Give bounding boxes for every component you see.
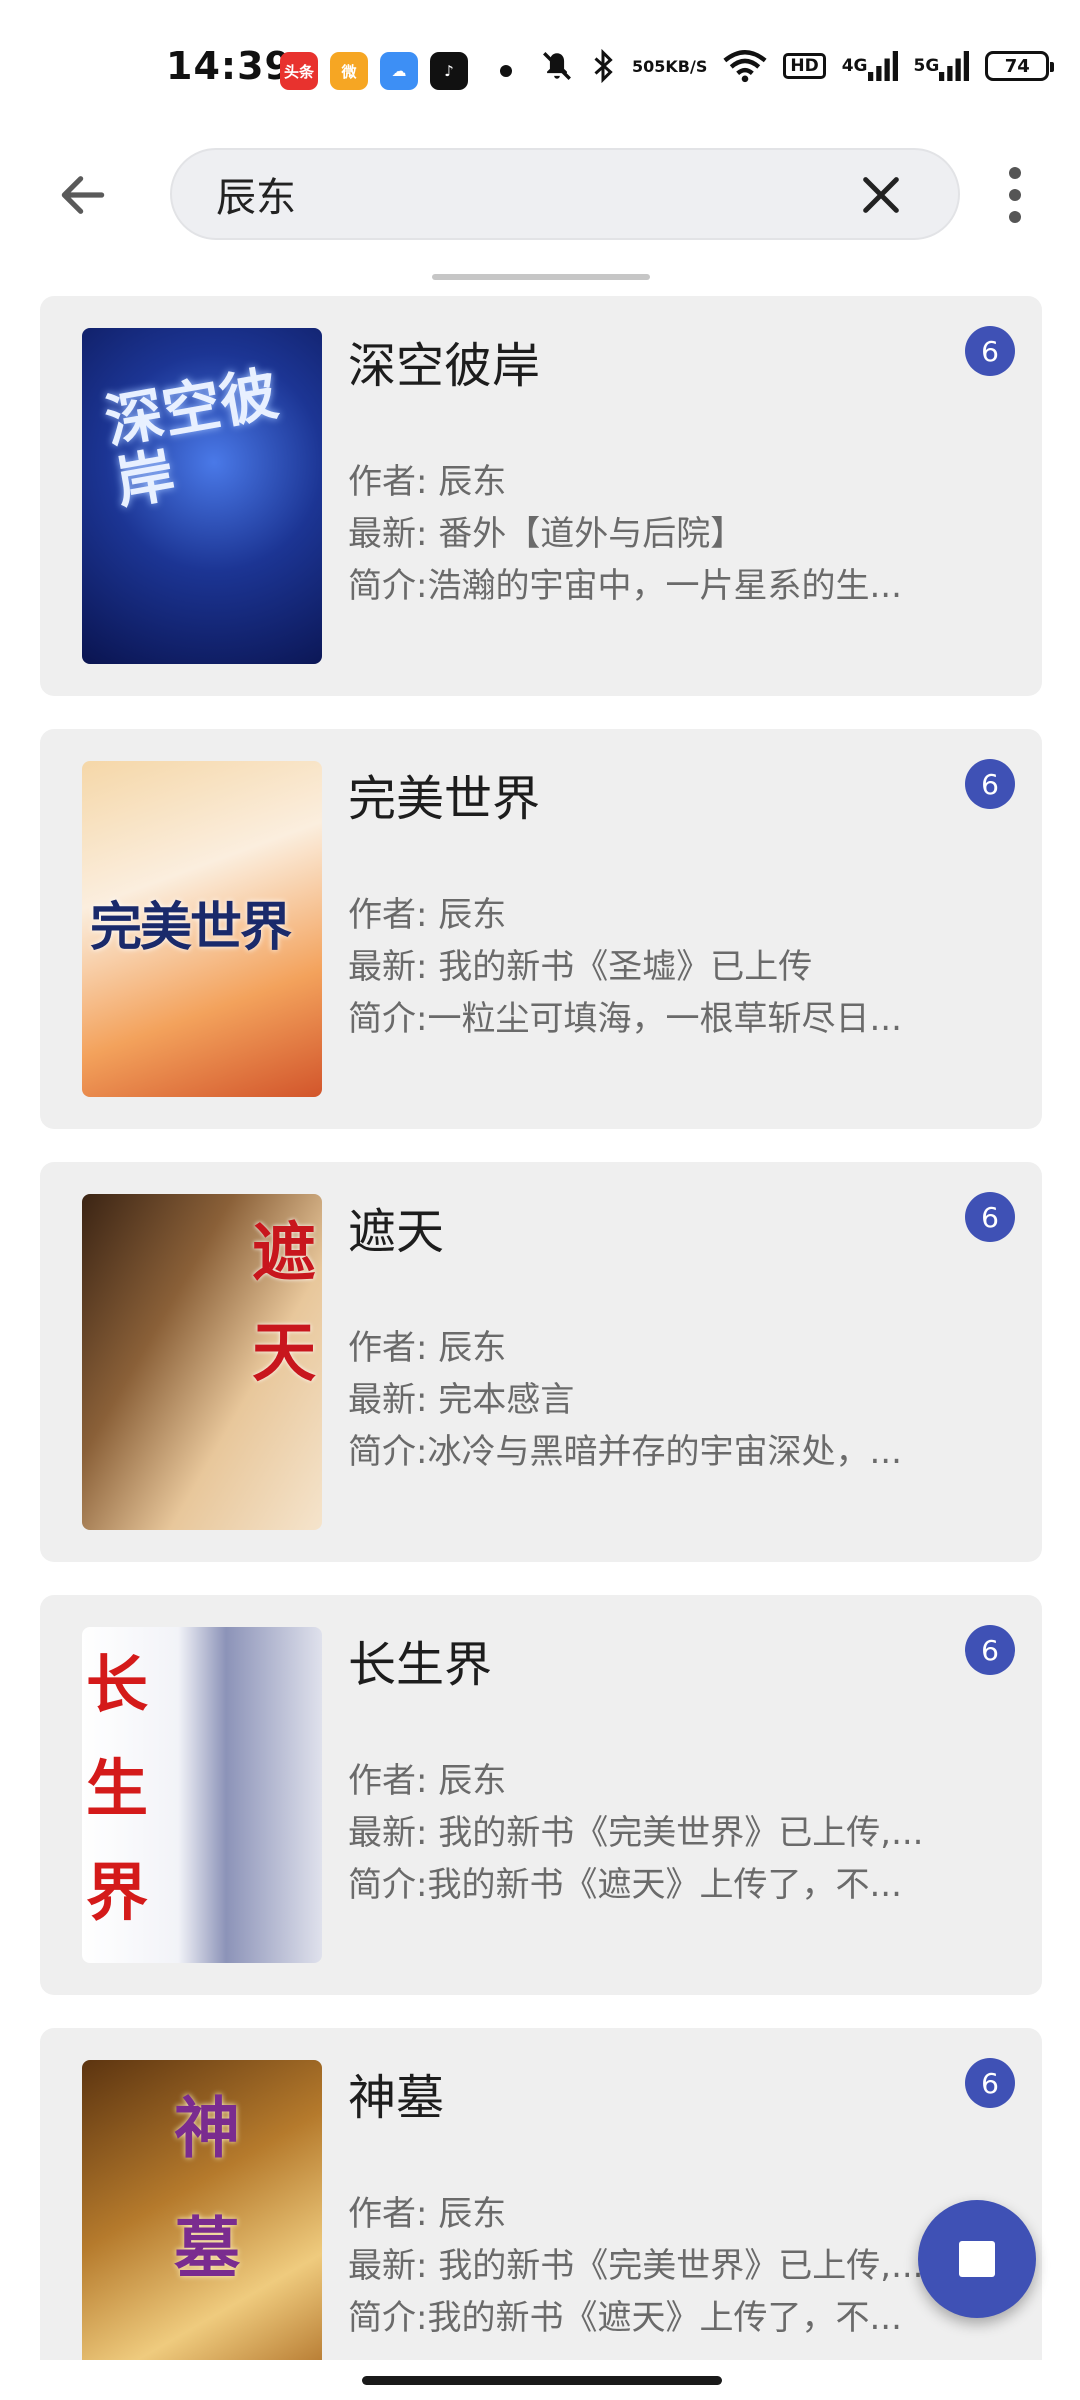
book-latest-chapter: 最新: 我的新书《完美世界》已上传,... — [348, 2246, 924, 2286]
book-intro: 简介:浩瀚的宇宙中，一片星系的生... — [348, 566, 902, 606]
status-time: 14:39 — [166, 44, 292, 88]
signal-5g-icon: 5G — [914, 50, 970, 82]
network-speed-unit: KB/S — [665, 56, 708, 76]
stop-icon — [959, 2241, 995, 2277]
tiktok-icon: ♪ — [430, 52, 468, 90]
cover-title-text: 深空彼岸 — [100, 359, 284, 518]
book-latest-chapter: 最新: 完本感言 — [348, 1380, 575, 1420]
hd-voice-badge: HD — [783, 53, 826, 79]
book-author: 作者: 辰东 — [348, 1761, 507, 1801]
search-box — [170, 148, 960, 240]
cover-title-text: 遮天 — [252, 1216, 316, 1391]
book-author: 作者: 辰东 — [348, 2194, 507, 2234]
book-cover: 深空彼岸 — [82, 328, 322, 664]
signal-4g-icon: 4G — [842, 50, 898, 82]
more-notifications-dot-icon — [500, 65, 512, 77]
book-card[interactable]: 深空彼岸 深空彼岸 作者: 辰东 最新: 番外【道外与后院】 简介:浩瀚的宇宙中… — [40, 296, 1042, 696]
signal-5g-label: 5G — [913, 56, 940, 76]
toutiao-icon: 头条 — [280, 52, 318, 90]
book-intro: 简介:一粒尘可填海，一根草斩尽日... — [348, 999, 902, 1039]
signal-4g-label: 4G — [841, 56, 868, 76]
search-results-list: 深空彼岸 深空彼岸 作者: 辰东 最新: 番外【道外与后院】 简介:浩瀚的宇宙中… — [40, 296, 1042, 2400]
battery-indicator: 74 — [985, 51, 1055, 81]
book-title: 神墓 — [348, 2070, 445, 2126]
back-button[interactable] — [48, 160, 118, 230]
book-card[interactable]: 神墓 神墓 作者: 辰东 最新: 我的新书《完美世界》已上传,... 简介:我的… — [40, 2028, 1042, 2400]
book-cover: 神墓 — [82, 2060, 322, 2396]
more-options-button[interactable] — [990, 160, 1040, 230]
book-latest-chapter: 最新: 我的新书《完美世界》已上传,... — [348, 1813, 924, 1853]
book-title: 深空彼岸 — [348, 338, 541, 394]
book-latest-chapter: 最新: 我的新书《圣墟》已上传 — [348, 947, 813, 987]
arrow-back-icon — [61, 176, 105, 214]
source-count-badge: 6 — [965, 2058, 1015, 2108]
book-title: 遮天 — [348, 1204, 445, 1260]
weibo-icon: 微 — [330, 52, 368, 90]
cover-title-text: 完美世界 — [90, 897, 292, 958]
book-title: 长生界 — [348, 1637, 493, 1693]
cover-title-text: 神墓 — [174, 2089, 240, 2287]
network-speed-value: 505 — [632, 56, 666, 76]
cover-title-text: 长生界 — [86, 1648, 149, 1929]
book-intro: 简介:我的新书《遮天》上传了，不... — [348, 2298, 902, 2338]
search-input[interactable] — [216, 150, 816, 238]
wifi-icon — [723, 49, 767, 83]
search-toolbar — [0, 140, 1080, 250]
more-dot-icon — [1009, 211, 1021, 223]
notification-app-icons: 头条 微 ☁ ♪ — [280, 52, 512, 90]
gesture-navigation-bar[interactable] — [362, 2376, 722, 2385]
book-latest-chapter: 最新: 番外【道外与后院】 — [348, 514, 745, 554]
book-title: 完美世界 — [348, 771, 541, 827]
book-card[interactable]: 长生界 长生界 作者: 辰东 最新: 我的新书《完美世界》已上传,... 简介:… — [40, 1595, 1042, 1995]
mute-bell-icon — [540, 49, 574, 83]
network-speed: 505 KB/S — [632, 58, 707, 75]
source-count-badge: 6 — [965, 759, 1015, 809]
close-icon — [863, 177, 899, 213]
source-count-badge: 6 — [965, 1625, 1015, 1675]
book-card[interactable]: 完美世界 完美世界 作者: 辰东 最新: 我的新书《圣墟》已上传 简介:一粒尘可… — [40, 729, 1042, 1129]
more-dot-icon — [1009, 189, 1021, 201]
book-intro: 简介:冰冷与黑暗并存的宇宙深处，... — [348, 1432, 902, 1472]
stop-search-button[interactable] — [918, 2200, 1036, 2318]
source-count-badge: 6 — [965, 1192, 1015, 1242]
status-bar: 14:39 头条 微 ☁ ♪ 505 KB/S HD 4G 5G 74 — [0, 0, 1080, 140]
book-card[interactable]: 遮天 遮天 作者: 辰东 最新: 完本感言 简介:冰冷与黑暗并存的宇宙深处，..… — [40, 1162, 1042, 1562]
book-author: 作者: 辰东 — [348, 1328, 507, 1368]
system-icons: 505 KB/S HD 4G 5G 74 — [540, 48, 1055, 84]
bluetooth-icon — [590, 48, 616, 84]
book-author: 作者: 辰东 — [348, 462, 507, 502]
book-author: 作者: 辰东 — [348, 895, 507, 935]
more-dot-icon — [1009, 167, 1021, 179]
clear-search-button[interactable] — [854, 168, 908, 222]
book-cover: 遮天 — [82, 1194, 322, 1530]
source-count-badge: 6 — [965, 326, 1015, 376]
book-cover: 完美世界 — [82, 761, 322, 1097]
scroll-drag-handle[interactable] — [432, 274, 650, 280]
book-cover: 长生界 — [82, 1627, 322, 1963]
weather-icon: ☁ — [380, 52, 418, 90]
book-intro: 简介:我的新书《遮天》上传了，不... — [348, 1865, 902, 1905]
